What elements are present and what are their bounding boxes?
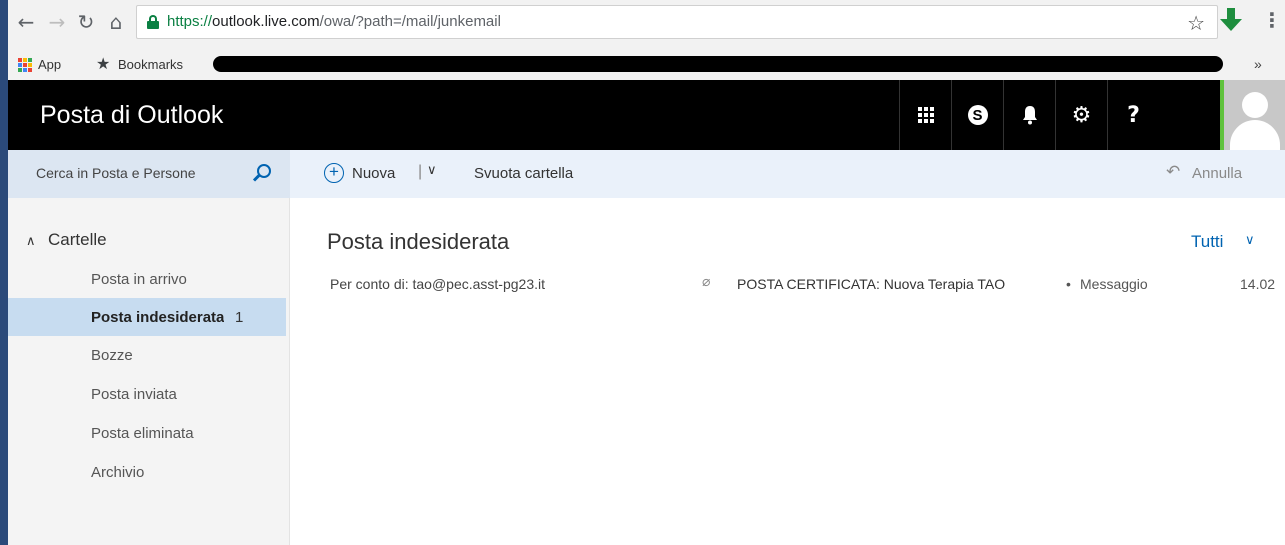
attachment-icon: ⌀ bbox=[702, 274, 711, 290]
download-arrow-icon[interactable] bbox=[1220, 8, 1242, 32]
address-bar[interactable]: https://outlook.live.com/owa/?path=/mail… bbox=[136, 5, 1218, 39]
chevron-down-icon[interactable]: ∨ bbox=[1245, 233, 1255, 248]
app-launcher-icon[interactable] bbox=[899, 80, 951, 150]
window-edge bbox=[0, 0, 8, 545]
folder-item-drafts[interactable]: Bozze bbox=[8, 336, 286, 374]
unread-count: 1 bbox=[235, 309, 244, 326]
plus-circle-icon[interactable]: + bbox=[324, 163, 344, 183]
apps-grid-icon[interactable] bbox=[18, 58, 32, 72]
address-row: ← → ↻ ⌂ https://outlook.live.com/owa/?pa… bbox=[8, 0, 1285, 50]
url-host: outlook.live.com bbox=[212, 13, 320, 30]
folder-label: Posta eliminata bbox=[91, 425, 194, 442]
bookmark-bookmarks[interactable]: Bookmarks bbox=[118, 57, 183, 72]
folder-item-junk[interactable]: Posta indesiderata 1 bbox=[8, 298, 286, 336]
folders-header[interactable]: ∧ Cartelle bbox=[26, 230, 107, 250]
search-icon[interactable] bbox=[252, 164, 273, 184]
folder-item-sent[interactable]: Posta inviata bbox=[8, 375, 286, 413]
folder-pane: ∧ Cartelle Posta in arrivo Posta indeside… bbox=[8, 198, 290, 545]
avatar[interactable] bbox=[1224, 80, 1285, 150]
url-text: https://outlook.live.com/owa/?path=/mail… bbox=[167, 13, 501, 30]
gear-icon[interactable]: ⚙ bbox=[1055, 80, 1107, 150]
message-sender: Per conto di: tao@pec.asst-pg23.it bbox=[330, 276, 545, 292]
url-path: /owa/?path=/mail/junkemail bbox=[319, 13, 501, 30]
folder-item-deleted[interactable]: Posta eliminata bbox=[8, 414, 286, 452]
folder-item-archive[interactable]: Archivio bbox=[8, 453, 286, 491]
message-subject: POSTA CERTIFICATA: Nuova Terapia TAO bbox=[737, 276, 1006, 292]
folder-label: Bozze bbox=[91, 347, 133, 364]
message-date: 14.02 bbox=[1240, 276, 1276, 292]
lock-icon bbox=[147, 15, 159, 29]
app-title[interactable]: Posta di Outlook bbox=[40, 101, 223, 130]
empty-folder-button[interactable]: Svuota cartella bbox=[474, 165, 573, 182]
url-scheme: https:// bbox=[167, 13, 213, 30]
kebab-menu-icon[interactable]: ⋮ bbox=[1262, 8, 1282, 32]
separator: | bbox=[418, 163, 423, 180]
folder-title: Posta indesiderata bbox=[327, 229, 510, 254]
folder-label: Posta indesiderata bbox=[91, 309, 225, 326]
folder-label: Archivio bbox=[91, 464, 145, 481]
message-preview: Messaggio bbox=[1080, 276, 1148, 292]
filter-dropdown[interactable]: Tutti bbox=[1191, 232, 1223, 252]
separator-dot: • bbox=[1066, 276, 1071, 292]
folder-label: Posta inviata bbox=[91, 386, 177, 403]
bookmark-apps[interactable]: App bbox=[38, 57, 61, 72]
folder-item-inbox[interactable]: Posta in arrivo bbox=[8, 260, 286, 298]
help-icon[interactable]: ? bbox=[1107, 80, 1159, 150]
star-icon: ★ bbox=[96, 54, 111, 73]
bookmarks-bar: App ★ Bookmarks » bbox=[8, 50, 1285, 80]
undo-button[interactable]: Annulla bbox=[1192, 165, 1242, 182]
more-bookmarks-icon[interactable]: » bbox=[1254, 56, 1262, 72]
bell-icon[interactable] bbox=[1003, 80, 1055, 150]
browser-chrome: ← → ↻ ⌂ https://outlook.live.com/owa/?pa… bbox=[8, 0, 1285, 80]
home-icon[interactable]: ⌂ bbox=[104, 10, 128, 34]
chevron-down-icon[interactable]: ∨ bbox=[427, 163, 437, 178]
folders-header-label: Cartelle bbox=[48, 230, 107, 249]
reload-icon[interactable]: ↻ bbox=[74, 10, 98, 34]
new-message-button[interactable]: Nuova bbox=[352, 165, 395, 182]
chevron-up-icon[interactable]: ∧ bbox=[26, 234, 48, 249]
message-list-item[interactable]: Per conto di: tao@pec.asst-pg23.it ⌀ POS… bbox=[290, 268, 1285, 302]
bookmark-star-icon[interactable]: ☆ bbox=[1187, 11, 1205, 35]
skype-icon[interactable]: S bbox=[951, 80, 1003, 150]
folder-label: Posta in arrivo bbox=[91, 271, 187, 288]
command-bar: Cerca in Posta e Persone + Nuova | ∨ Svu… bbox=[8, 150, 1285, 198]
back-arrow-icon[interactable]: ← bbox=[14, 10, 38, 34]
undo-icon[interactable]: ↶ bbox=[1166, 162, 1180, 182]
redaction-bar bbox=[238, 64, 1018, 72]
search-input[interactable]: Cerca in Posta e Persone bbox=[8, 150, 290, 198]
forward-arrow-icon[interactable]: → bbox=[45, 10, 69, 34]
search-placeholder: Cerca in Posta e Persone bbox=[36, 165, 196, 181]
outlook-header: Posta di Outlook S ⚙ ? bbox=[8, 80, 1285, 150]
